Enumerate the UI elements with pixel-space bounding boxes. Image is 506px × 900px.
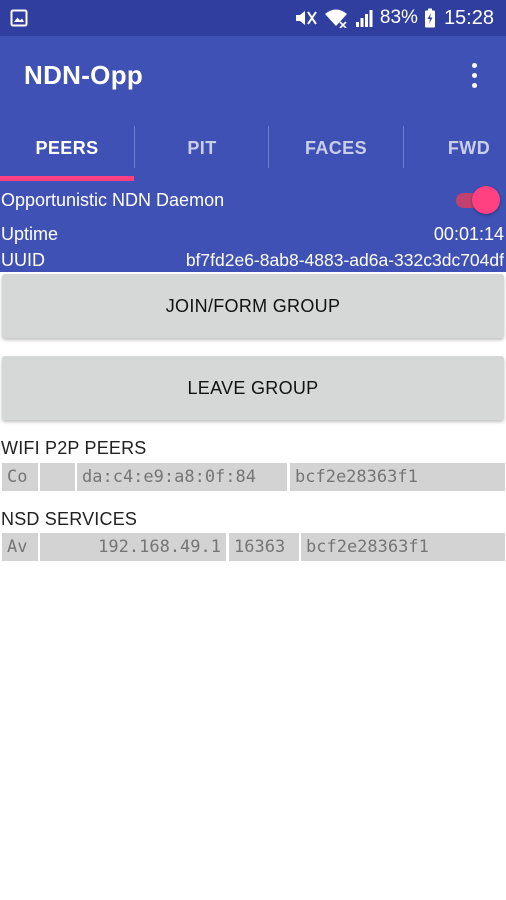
tab-faces[interactable]: FACES — [269, 114, 403, 182]
wifi-peers-title: WIFI P2P PEERS — [1, 438, 147, 458]
daemon-panel: Opportunistic NDN Daemon Uptime 00:01:14… — [0, 182, 506, 272]
leave-group-button[interactable]: LEAVE GROUP — [2, 356, 504, 420]
wifi-icon — [324, 8, 348, 28]
uuid-row: UUID bf7fd2e6-8ab8-4883-ad6a-332c3dc704d… — [0, 246, 506, 274]
signal-icon — [354, 8, 374, 28]
daemon-toggle-switch[interactable] — [454, 185, 500, 215]
service-ip-cell: 192.168.49.1 — [40, 533, 226, 561]
status-bar: 83% 15:28 — [0, 0, 506, 36]
uuid-label: UUID — [1, 249, 45, 270]
overflow-menu-icon[interactable] — [462, 59, 486, 91]
mute-icon — [294, 8, 318, 28]
tab-peers[interactable]: PEERS — [0, 114, 134, 182]
daemon-row: Opportunistic NDN Daemon — [0, 186, 506, 214]
service-id-cell: bcf2e28363f1 — [301, 533, 505, 561]
tab-fwd[interactable]: FWD — [404, 114, 506, 182]
daemon-label: Opportunistic NDN Daemon — [1, 189, 225, 210]
switch-thumb — [472, 186, 500, 214]
wifi-peer-row[interactable]: Co da:c4:e9:a8:0f:84 bcf2e28363f1 — [0, 463, 506, 491]
service-port-cell: 16363 — [229, 533, 299, 561]
battery-charging-icon — [424, 8, 436, 28]
tab-bar: PEERS PIT FACES FWD — [0, 114, 506, 182]
peer-mac-cell: da:c4:e9:a8:0f:84 — [77, 463, 287, 491]
service-status-cell: Av — [2, 533, 38, 561]
uptime-value: 00:01:14 — [433, 223, 504, 244]
tab-indicator — [0, 176, 134, 181]
nsd-services-title: NSD SERVICES — [1, 509, 138, 529]
uuid-value: bf7fd2e6-8ab8-4883-ad6a-332c3dc704df — [185, 249, 504, 270]
uptime-row: Uptime 00:01:14 — [0, 220, 506, 248]
peer-id-cell: bcf2e28363f1 — [290, 463, 505, 491]
uptime-label: Uptime — [1, 223, 59, 244]
battery-percent: 83% — [379, 7, 418, 28]
peer-status-cell: Co — [2, 463, 38, 491]
app-bar: NDN-Opp — [0, 36, 506, 114]
clock: 15:28 — [443, 6, 494, 29]
tab-pit[interactable]: PIT — [135, 114, 269, 182]
peer-blank-cell — [40, 463, 75, 491]
nsd-service-row[interactable]: Av 192.168.49.1 16363 bcf2e28363f1 — [0, 533, 506, 561]
app-title: NDN-Opp — [24, 59, 144, 90]
gallery-icon — [10, 9, 28, 27]
join-form-group-button[interactable]: JOIN/FORM GROUP — [2, 274, 504, 338]
